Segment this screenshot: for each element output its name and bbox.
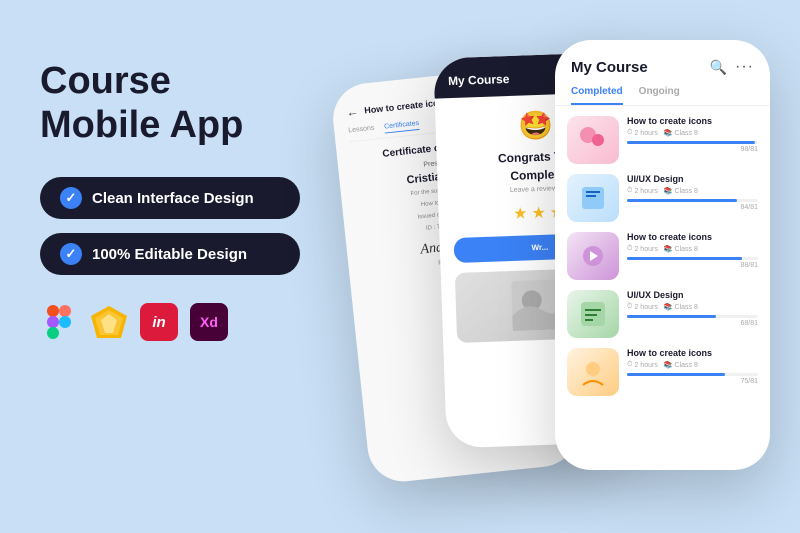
course-thumb-4 [567, 290, 619, 338]
course-info-1: How to create icons ⏱ 2 hours 📚 Class 8 … [627, 116, 758, 153]
progress-bg-4 [627, 315, 758, 318]
feature-label-1: Clean Interface Design [92, 190, 254, 207]
course-thumb-3 [567, 232, 619, 280]
course-meta-1: ⏱ 2 hours 📚 Class 8 [627, 129, 758, 137]
progress-fill-1 [627, 141, 755, 144]
feature-label-2: 100% Editable Design [92, 246, 247, 263]
course-info-4: UI/UX Design ⏱ 2 hours 📚 Class 8 68/81 [627, 290, 758, 327]
feature-badge-1: Clean Interface Design [40, 177, 300, 219]
course-class-1: 📚 Class 8 [664, 129, 698, 137]
search-icon[interactable]: 🔍 [710, 59, 727, 76]
progress-label-4: 68/81 [627, 320, 758, 327]
xd-icon: Xd [190, 303, 228, 341]
course-name-5: How to create icons [627, 348, 758, 358]
course-info-3: How to create icons ⏱ 2 hours 📚 Class 8 … [627, 232, 758, 269]
course-name-4: UI/UX Design [627, 290, 758, 300]
phone-front: My Course 🔍 ··· Completed Ongoing How to… [555, 40, 770, 470]
course-class-2: 📚 Class 8 [664, 187, 698, 195]
more-icon[interactable]: ··· [735, 58, 754, 76]
course-name-1: How to create icons [627, 116, 758, 126]
back-arrow-icon[interactable]: ← [346, 104, 359, 119]
course-hours-4: ⏱ 2 hours [627, 303, 658, 311]
course-item-1[interactable]: How to create icons ⏱ 2 hours 📚 Class 8 … [567, 116, 758, 164]
progress-fill-2 [627, 199, 737, 202]
tab-certificates[interactable]: Certificates [384, 120, 420, 134]
progress-bg-1 [627, 141, 758, 144]
course-thumb-1 [567, 116, 619, 164]
course-name-3: How to create icons [627, 232, 758, 242]
check-icon-2 [60, 243, 82, 265]
progress-bg-5 [627, 373, 758, 376]
tab-lessons[interactable]: Lessons [348, 125, 375, 138]
progress-label-1: 98/81 [627, 146, 758, 153]
course-name-2: UI/UX Design [627, 174, 758, 184]
course-item-4[interactable]: UI/UX Design ⏱ 2 hours 📚 Class 8 68/81 [567, 290, 758, 338]
course-meta-3: ⏱ 2 hours 📚 Class 8 [627, 245, 758, 253]
course-hours-2: ⏱ 2 hours [627, 187, 658, 195]
sketch-icon [90, 303, 128, 341]
progress-bg-2 [627, 199, 758, 202]
course-thumb-5 [567, 348, 619, 396]
progress-label-3: 88/81 [627, 262, 758, 269]
tab-completed[interactable]: Completed [571, 86, 623, 105]
course-meta-2: ⏱ 2 hours 📚 Class 8 [627, 187, 758, 195]
course-meta-4: ⏱ 2 hours 📚 Class 8 [627, 303, 758, 311]
progress-bg-3 [627, 257, 758, 260]
progress-fill-3 [627, 257, 742, 260]
progress-fill-5 [627, 373, 725, 376]
course-hours-5: ⏱ 2 hours [627, 361, 658, 369]
progress-label-5: 75/81 [627, 378, 758, 385]
phone-front-header: My Course 🔍 ··· [555, 40, 770, 86]
star-2[interactable]: ★ [531, 203, 546, 223]
course-item-5[interactable]: How to create icons ⏱ 2 hours 📚 Class 8 … [567, 348, 758, 396]
course-list: How to create icons ⏱ 2 hours 📚 Class 8 … [555, 116, 770, 396]
phones-container: ← How to create icons Lessons Certificat… [300, 20, 800, 530]
course-thumb-2 [567, 174, 619, 222]
course-meta-5: ⏱ 2 hours 📚 Class 8 [627, 361, 758, 369]
progress-fill-4 [627, 315, 716, 318]
star-1[interactable]: ★ [513, 203, 528, 223]
header-icons: 🔍 ··· [710, 58, 754, 76]
course-info-5: How to create icons ⏱ 2 hours 📚 Class 8 … [627, 348, 758, 385]
course-class-4: 📚 Class 8 [664, 303, 698, 311]
invision-icon: in [140, 303, 178, 341]
figma-icon [40, 303, 78, 341]
check-icon-1 [60, 187, 82, 209]
course-hours-3: ⏱ 2 hours [627, 245, 658, 253]
course-class-5: 📚 Class 8 [664, 361, 698, 369]
feature-badge-2: 100% Editable Design [40, 233, 300, 275]
left-section: Course Mobile App Clean Interface Design… [40, 60, 340, 341]
course-class-3: 📚 Class 8 [664, 245, 698, 253]
phone-front-title: My Course [571, 59, 648, 76]
course-hours-1: ⏱ 2 hours [627, 129, 658, 137]
progress-label-2: 84/81 [627, 204, 758, 211]
tool-icons: in Xd [40, 303, 340, 341]
course-info-2: UI/UX Design ⏱ 2 hours 📚 Class 8 84/81 [627, 174, 758, 211]
tabs-row: Completed Ongoing [555, 86, 770, 106]
app-title: Course Mobile App [40, 60, 340, 147]
course-item-2[interactable]: UI/UX Design ⏱ 2 hours 📚 Class 8 84/81 [567, 174, 758, 222]
course-item-3[interactable]: How to create icons ⏱ 2 hours 📚 Class 8 … [567, 232, 758, 280]
tab-ongoing[interactable]: Ongoing [639, 86, 680, 105]
